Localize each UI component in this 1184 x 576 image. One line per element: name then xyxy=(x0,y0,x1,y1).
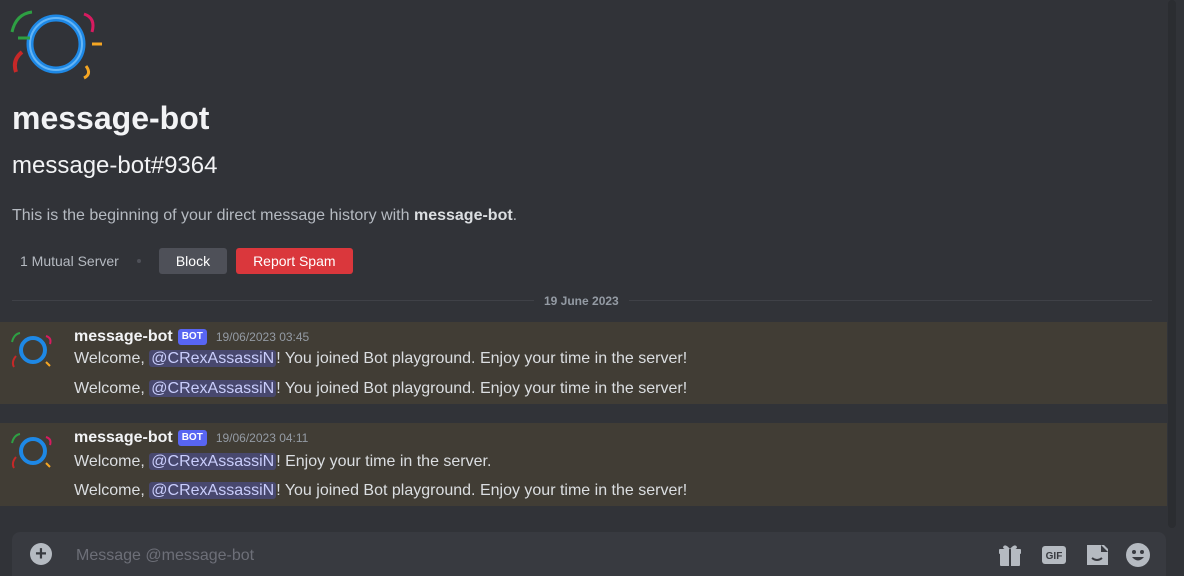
scrollbar[interactable] xyxy=(1168,0,1176,528)
message-line: Welcome, @CRexAssassiN! Enjoy your time … xyxy=(74,453,491,471)
sticker-icon[interactable] xyxy=(1084,542,1110,568)
profile-name: message-bot xyxy=(12,100,210,136)
message-text: ! Enjoy your time in the server. xyxy=(276,453,492,470)
message-input[interactable] xyxy=(74,544,958,568)
message-avatar[interactable] xyxy=(10,330,54,370)
message-timestamp: 19/06/2023 03:45 xyxy=(215,330,310,344)
message-header: message-bot BOT 19/06/2023 03:45 xyxy=(74,328,309,346)
message-text: ! You joined Bot playground. Enjoy your … xyxy=(276,350,688,367)
profile-tag: message-bot#9364 xyxy=(12,152,218,179)
profile-actions: 1 Mutual Server Block Report Spam xyxy=(12,248,353,274)
message-author[interactable]: message-bot xyxy=(74,429,173,447)
message-text: Welcome, xyxy=(74,453,150,470)
user-mention[interactable]: @CRexAssassiN xyxy=(149,482,277,499)
user-mention[interactable]: @CRexAssassiN xyxy=(149,350,277,367)
message-line: Welcome, @CRexAssassiN! You joined Bot p… xyxy=(74,482,687,500)
message-header: message-bot BOT 19/06/2023 04:11 xyxy=(74,429,308,447)
dm-intro-text: This is the beginning of your direct mes… xyxy=(12,207,517,225)
message-text: Welcome, xyxy=(74,380,150,397)
message-author[interactable]: message-bot xyxy=(74,328,173,346)
emoji-icon[interactable] xyxy=(1125,542,1151,568)
bot-badge: BOT xyxy=(177,430,207,446)
plus-circle-icon[interactable]: + xyxy=(30,543,52,565)
svg-text:GIF: GIF xyxy=(1046,551,1063,562)
user-mention[interactable]: @CRexAssassiN xyxy=(149,453,277,470)
mutual-servers-link[interactable]: 1 Mutual Server xyxy=(12,253,127,269)
date-divider-label: 19 June 2023 xyxy=(534,294,629,308)
bot-badge: BOT xyxy=(177,329,207,345)
separator-dot xyxy=(136,259,141,263)
message-group[interactable]: message-bot BOT 19/06/2023 04:11 Welcome… xyxy=(0,423,1167,506)
message-avatar[interactable] xyxy=(10,431,54,471)
message-text: Welcome, xyxy=(74,482,150,499)
message-text: ! You joined Bot playground. Enjoy your … xyxy=(276,482,688,499)
block-button[interactable]: Block xyxy=(158,248,228,274)
message-line: Welcome, @CRexAssassiN! You joined Bot p… xyxy=(74,380,687,398)
bot-avatar-logo xyxy=(10,10,102,80)
message-composer: + GIF xyxy=(12,532,1166,576)
intro-prefix: This is the beginning of your direct mes… xyxy=(12,207,414,224)
message-text: Welcome, xyxy=(74,350,150,367)
message-line: Welcome, @CRexAssassiN! You joined Bot p… xyxy=(74,350,687,368)
message-group[interactable]: message-bot BOT 19/06/2023 03:45 Welcome… xyxy=(0,322,1167,404)
report-spam-button[interactable]: Report Spam xyxy=(236,248,353,274)
user-mention[interactable]: @CRexAssassiN xyxy=(149,380,277,397)
intro-suffix: . xyxy=(512,207,518,224)
message-text: ! You joined Bot playground. Enjoy your … xyxy=(276,380,688,397)
message-timestamp: 19/06/2023 04:11 xyxy=(215,431,309,445)
gift-icon[interactable] xyxy=(997,542,1023,568)
gif-icon[interactable]: GIF xyxy=(1041,542,1067,568)
intro-name: message-bot xyxy=(413,207,513,224)
